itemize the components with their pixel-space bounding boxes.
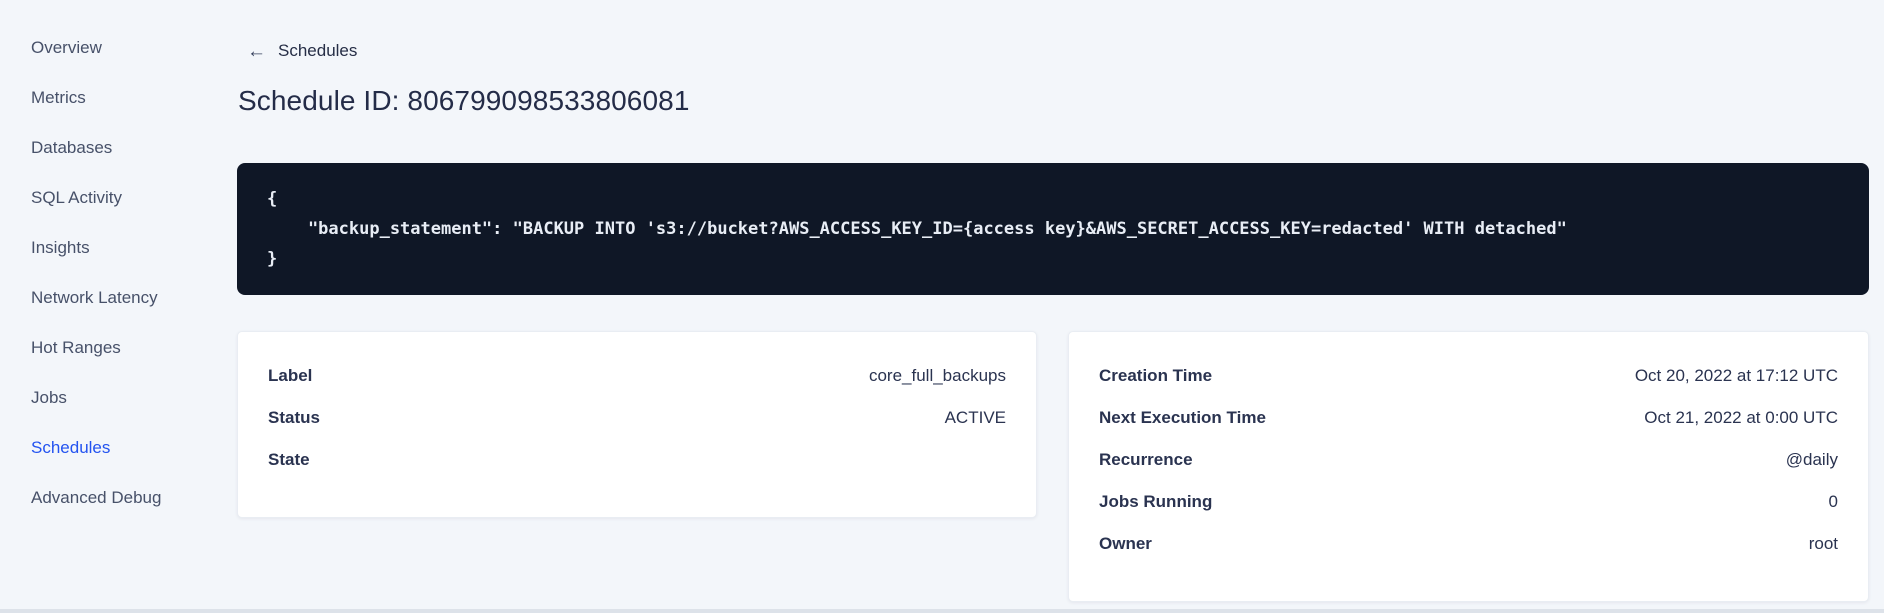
table-row: State bbox=[268, 439, 1006, 481]
next-execution-time-row-value: Oct 21, 2022 at 0:00 UTC bbox=[1644, 408, 1838, 427]
owner-row-value: root bbox=[1808, 534, 1838, 553]
sidebar-item-insights[interactable]: Insights bbox=[0, 223, 205, 273]
table-row: Next Execution Time Oct 21, 2022 at 0:00… bbox=[1099, 397, 1838, 439]
table-row: Creation Time Oct 20, 2022 at 17:12 UTC bbox=[1099, 355, 1838, 397]
backup-statement-code-block: { "backup_statement": "BACKUP INTO 's3:/… bbox=[237, 163, 1869, 295]
jobs-running-row-label: Jobs Running bbox=[1099, 492, 1213, 511]
sidebar-nav: Overview Metrics Databases SQL Activity … bbox=[0, 0, 205, 613]
sidebar-item-schedules[interactable]: Schedules bbox=[0, 423, 205, 473]
schedule-details-card: Label core_full_backups Status ACTIVE St… bbox=[237, 331, 1037, 518]
back-to-schedules-link[interactable]: ← Schedules bbox=[247, 41, 357, 61]
page-bottom-edge bbox=[0, 609, 1884, 613]
sidebar-item-sql-activity[interactable]: SQL Activity bbox=[0, 173, 205, 223]
table-row: Owner root bbox=[1099, 523, 1838, 565]
code-line-close-brace: } bbox=[267, 249, 278, 269]
back-link-label: Schedules bbox=[278, 41, 358, 60]
owner-row-label: Owner bbox=[1099, 534, 1152, 553]
sidebar-item-overview[interactable]: Overview bbox=[0, 23, 205, 73]
summary-cards: Label core_full_backups Status ACTIVE St… bbox=[237, 331, 1869, 602]
table-row: Recurrence @daily bbox=[1099, 439, 1838, 481]
creation-time-row-label: Creation Time bbox=[1099, 366, 1213, 385]
table-row: Status ACTIVE bbox=[268, 397, 1006, 439]
table-row: Jobs Running 0 bbox=[1099, 481, 1838, 523]
jobs-running-row-value: 0 bbox=[1828, 492, 1838, 511]
recurrence-row-value: @daily bbox=[1785, 450, 1838, 469]
sidebar-item-network-latency[interactable]: Network Latency bbox=[0, 273, 205, 323]
table-row: Label core_full_backups bbox=[268, 355, 1006, 397]
label-row-label: Label bbox=[268, 366, 313, 385]
schedule-detail-page: ← Schedules Schedule ID: 806799098533806… bbox=[237, 0, 1869, 613]
code-line-open-brace: { bbox=[267, 189, 278, 209]
label-row-value: core_full_backups bbox=[868, 366, 1006, 385]
status-row-value: ACTIVE bbox=[944, 408, 1006, 427]
sidebar-item-hot-ranges[interactable]: Hot Ranges bbox=[0, 323, 205, 373]
code-line-backup-statement: "backup_statement": "BACKUP INTO 's3://b… bbox=[267, 219, 1567, 239]
state-row-label: State bbox=[268, 450, 310, 469]
sidebar-item-metrics[interactable]: Metrics bbox=[0, 73, 205, 123]
schedule-timing-card: Creation Time Oct 20, 2022 at 17:12 UTC … bbox=[1068, 331, 1869, 602]
sidebar-item-jobs[interactable]: Jobs bbox=[0, 373, 205, 423]
sidebar-item-databases[interactable]: Databases bbox=[0, 123, 205, 173]
next-execution-time-row-label: Next Execution Time bbox=[1099, 408, 1266, 427]
creation-time-row-value: Oct 20, 2022 at 17:12 UTC bbox=[1634, 366, 1838, 385]
page-title: Schedule ID: 806799098533806081 bbox=[238, 85, 690, 116]
status-row-label: Status bbox=[268, 408, 320, 427]
recurrence-row-label: Recurrence bbox=[1099, 450, 1193, 469]
sidebar-item-advanced-debug[interactable]: Advanced Debug bbox=[0, 473, 205, 523]
back-arrow-icon: ← bbox=[247, 40, 266, 62]
